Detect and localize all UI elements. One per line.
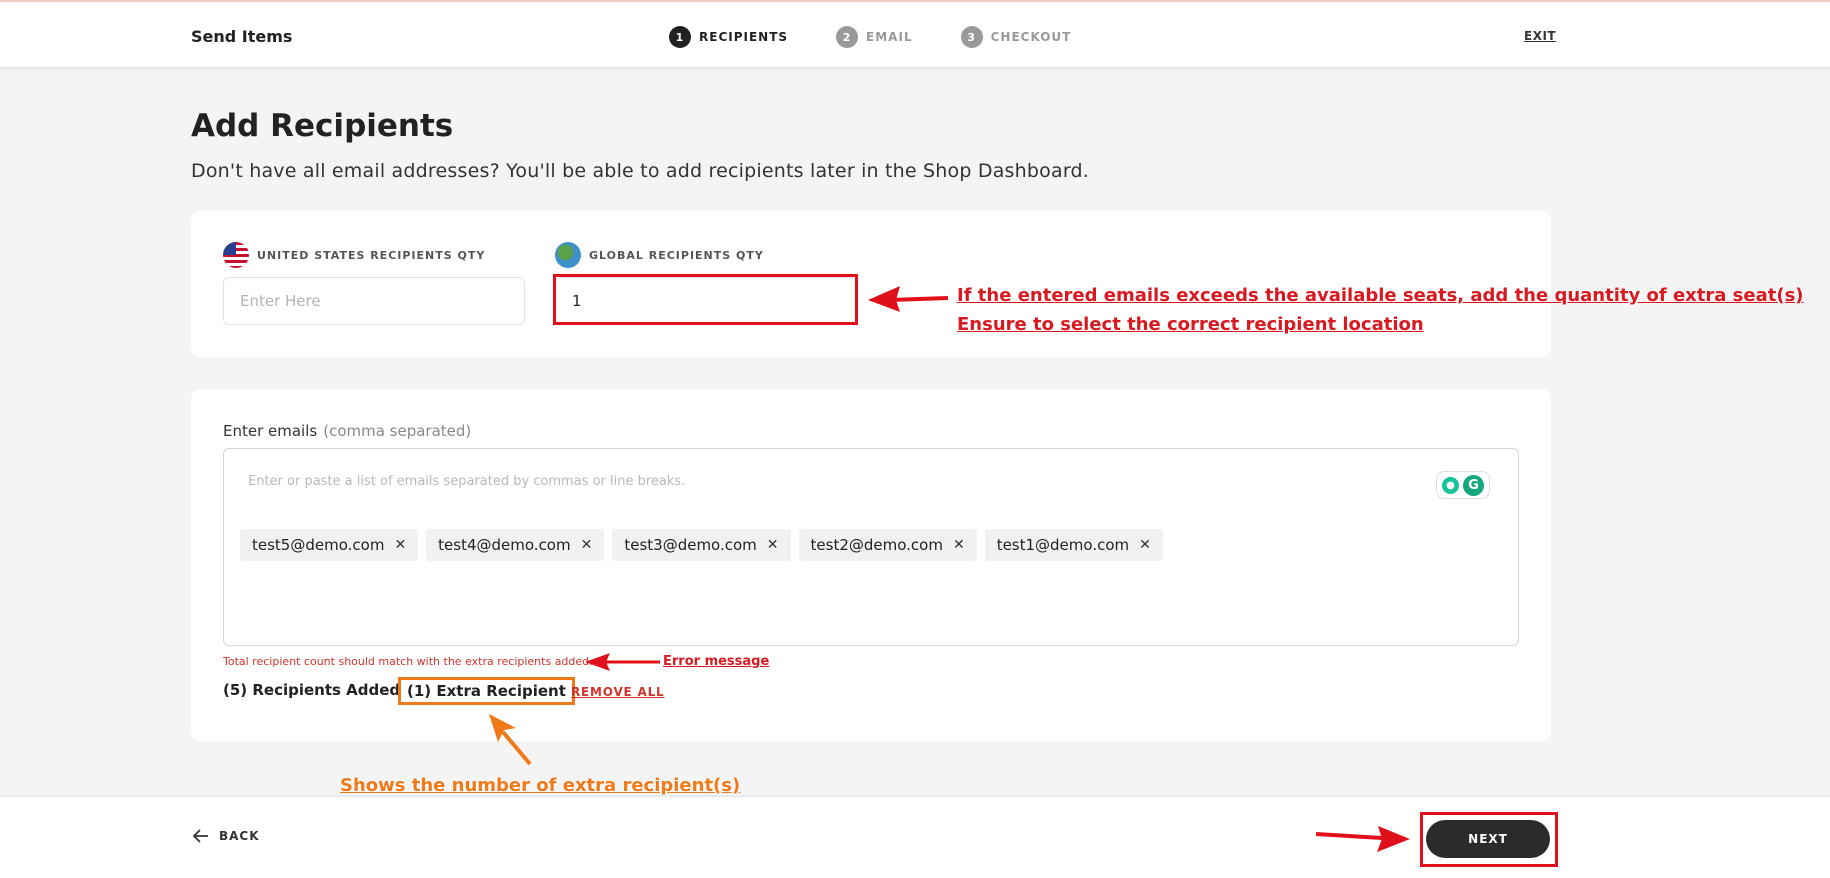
us-flag-icon (223, 242, 249, 268)
email-chip: test5@demo.com ✕ (240, 529, 419, 561)
extra-recipient-count: (1) Extra Recipient (398, 677, 575, 705)
chip-remove-icon[interactable]: ✕ (767, 537, 779, 553)
annotation-qty-note-line2: Ensure to select the correct recipient l… (957, 314, 1424, 335)
chip-remove-icon[interactable]: ✕ (1139, 537, 1151, 553)
email-chip: test2@demo.com ✕ (798, 529, 977, 561)
app-title: Send Items (191, 27, 293, 46)
annotation-extra-note: Shows the number of extra recipient(s) (340, 775, 741, 796)
us-qty-label-text: UNITED STATES RECIPIENTS QTY (257, 248, 486, 262)
emails-label: Enter emails (comma separated) (223, 422, 471, 440)
annotation-error-note: Error message (663, 654, 770, 669)
step-label: CHECKOUT (990, 30, 1072, 44)
chip-remove-icon[interactable]: ✕ (953, 537, 965, 553)
back-button[interactable]: BACK (193, 829, 260, 843)
emails-input-box[interactable]: Enter or paste a list of emails separate… (223, 448, 1519, 646)
step-email[interactable]: 2 EMAIL (836, 26, 913, 48)
back-label: BACK (219, 829, 260, 843)
us-qty-label: UNITED STATES RECIPIENTS QTY (223, 242, 485, 268)
email-chip-text: test2@demo.com (810, 536, 943, 554)
exit-link[interactable]: EXIT (1524, 29, 1556, 43)
globe-icon (555, 242, 581, 268)
recipients-added-count: (5) Recipients Added (223, 681, 401, 699)
step-recipients[interactable]: 1 RECIPIENTS (669, 26, 788, 48)
email-chip: test3@demo.com ✕ (612, 529, 791, 561)
annotation-qty-note-line1: If the entered emails exceeds the availa… (957, 285, 1804, 306)
grammarly-bulb-icon: ● (1442, 476, 1459, 494)
chip-remove-icon[interactable]: ✕ (581, 537, 593, 553)
stepper: 1 RECIPIENTS 2 EMAIL 3 CHECKOUT (669, 26, 1071, 48)
step-checkout[interactable]: 3 CHECKOUT (960, 26, 1072, 48)
quantity-card: UNITED STATES RECIPIENTS QTY GLOBAL RECI… (191, 211, 1551, 357)
email-chip: test4@demo.com ✕ (426, 529, 605, 561)
grammarly-widget[interactable]: ● G (1436, 471, 1490, 499)
step-number: 2 (836, 26, 859, 48)
emails-hint: (comma separated) (323, 422, 472, 440)
grammarly-g-icon: G (1463, 474, 1484, 496)
page-subtitle: Don't have all email addresses? You'll b… (191, 160, 1089, 182)
emails-card: Enter emails (comma separated) Enter or p… (191, 389, 1551, 741)
emails-label-text: Enter emails (223, 422, 318, 440)
global-qty-label-text: GLOBAL RECIPIENTS QTY (589, 248, 764, 262)
emails-placeholder: Enter or paste a list of emails separate… (248, 474, 686, 489)
step-label: RECIPIENTS (699, 30, 789, 44)
step-number: 3 (960, 26, 983, 48)
email-chip: test1@demo.com ✕ (984, 529, 1163, 561)
us-qty-input[interactable] (223, 277, 525, 325)
page-title: Add Recipients (191, 108, 454, 144)
email-chip-text: test5@demo.com (252, 536, 385, 554)
email-chips: test5@demo.com ✕ test4@demo.com ✕ test3@… (240, 529, 1163, 561)
annotation-highlight-global-qty (553, 274, 858, 325)
top-bar: Send Items 1 RECIPIENTS 2 EMAIL 3 CHECKO… (0, 0, 1830, 67)
remove-all-link[interactable]: REMOVE ALL (571, 685, 665, 699)
global-qty-label: GLOBAL RECIPIENTS QTY (555, 242, 764, 268)
step-number: 1 (669, 26, 691, 48)
annotation-highlight-next (1420, 812, 1558, 867)
email-chip-text: test4@demo.com (438, 536, 571, 554)
email-chip-text: test1@demo.com (996, 536, 1130, 554)
chip-remove-icon[interactable]: ✕ (394, 537, 406, 553)
arrow-left-icon (193, 829, 208, 843)
error-message: Total recipient count should match with … (223, 655, 593, 668)
email-chip-text: test3@demo.com (624, 536, 757, 554)
step-label: EMAIL (866, 30, 913, 44)
